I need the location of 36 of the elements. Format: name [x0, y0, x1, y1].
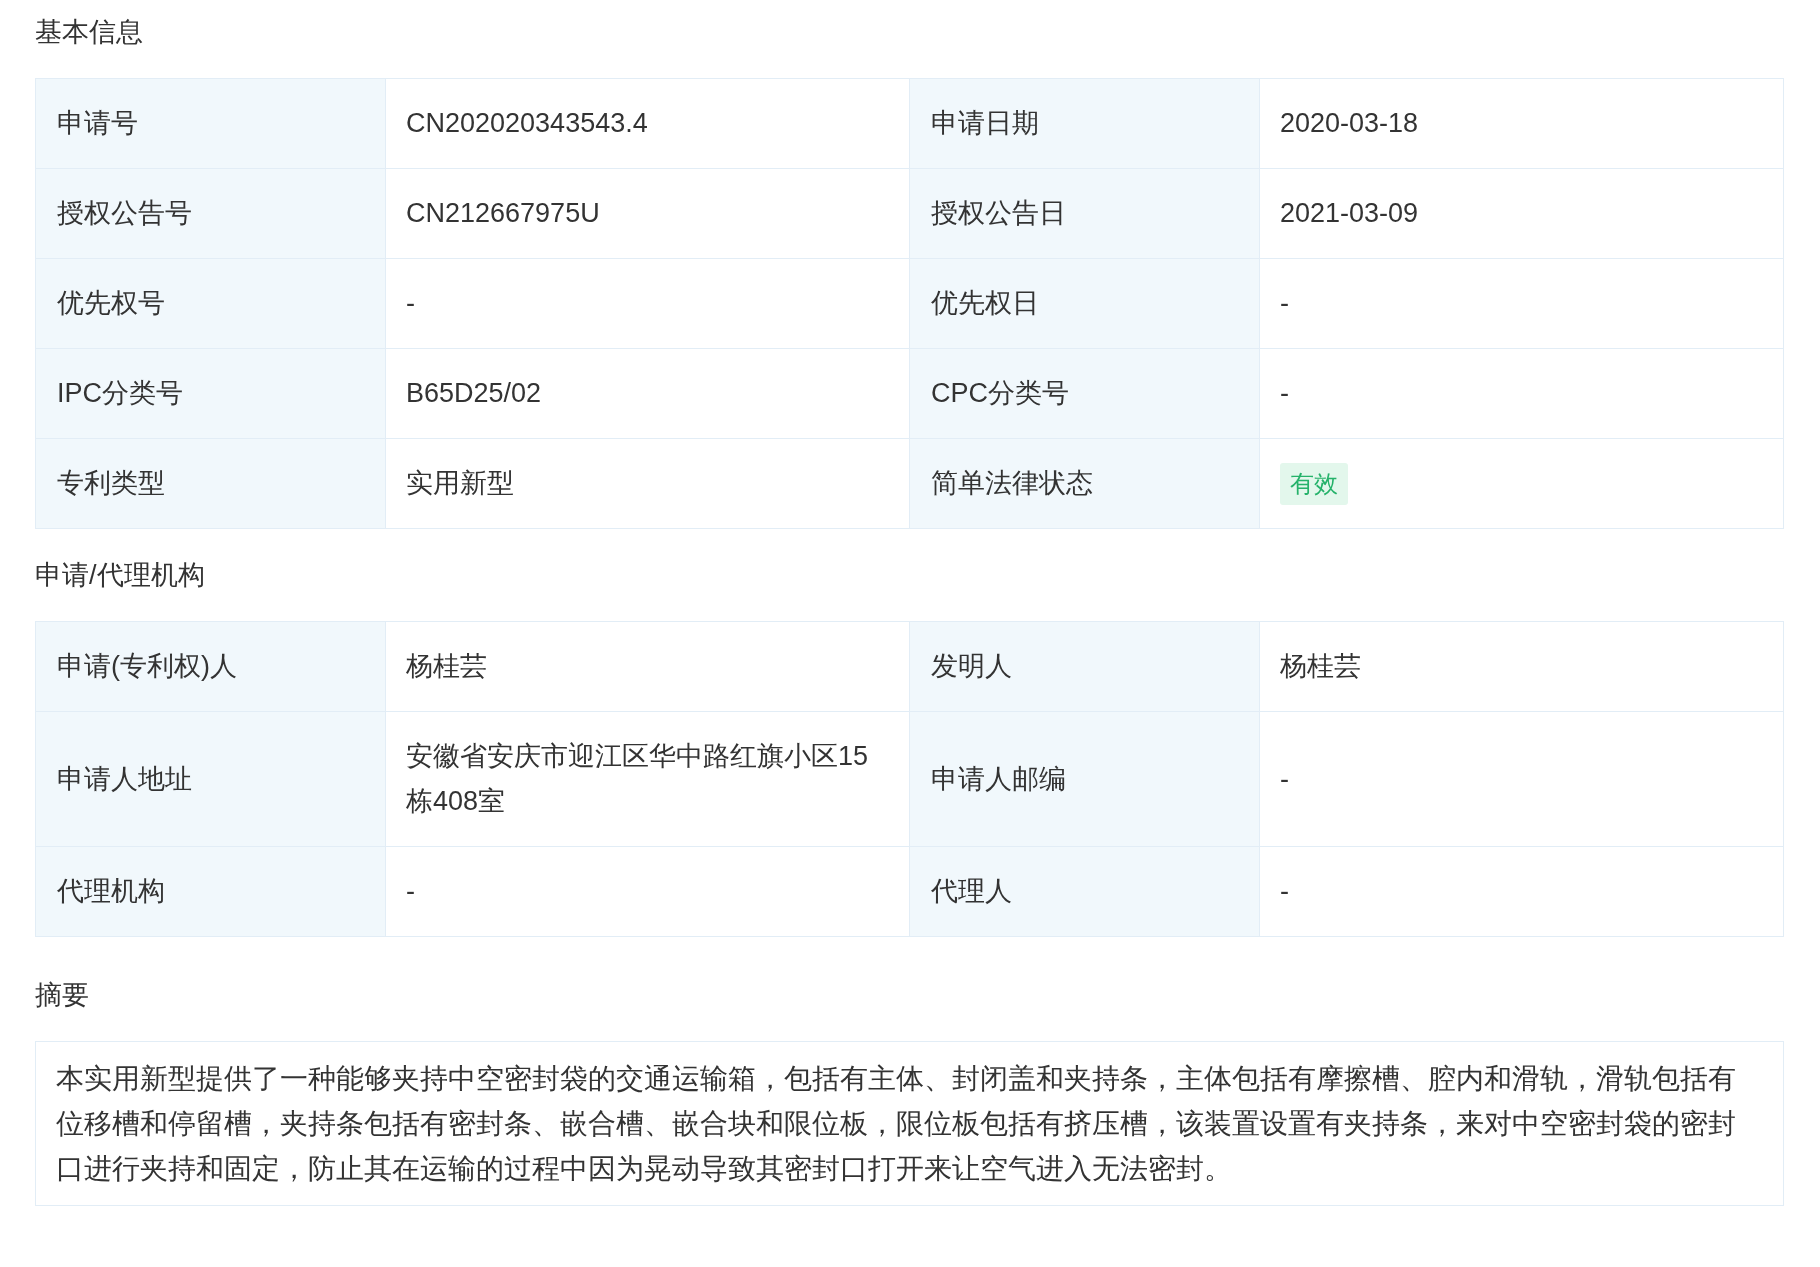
field-label: 申请人地址: [57, 763, 192, 794]
field-label: 授权公告日: [931, 198, 1066, 228]
section-title: 基本信息: [35, 16, 144, 49]
field-value: CN202020343543.4: [406, 108, 648, 138]
field-label: 优先权日: [931, 288, 1039, 318]
field-label: 专利类型: [57, 468, 165, 498]
field-label: 发明人: [931, 651, 1012, 681]
field-value: -: [1280, 876, 1289, 906]
field-value: 杨桂芸: [406, 651, 487, 681]
field-value: -: [1280, 288, 1289, 318]
field-value: -: [406, 288, 415, 318]
field-label: 申请号: [57, 108, 138, 138]
field-label: 简单法律状态: [931, 468, 1093, 498]
field-value: 杨桂芸: [1280, 651, 1361, 681]
abstract-text: 本实用新型提供了一种能够夹持中空密封袋的交通运输箱，包括有主体、封闭盖和夹持条，主体包括有摩擦槽、腔内和滑轨，滑轨包括有位移槽和停留槽，夹持条包括有密封条、嵌合槽、嵌合块和限位板，限位板包括有挤压槽，该装置设置有夹持条，来对中空密封袋的密封口进行夹持和固定，防止其在运输的过程中因为晃动导致其密封口打开来让空气进入无法密封。: [56, 1062, 1737, 1186]
field-label: 代理机构: [57, 876, 165, 906]
field-label: 申请(专利权)人: [57, 651, 237, 681]
field-value: B65D25/02: [406, 378, 542, 408]
status-badge: 有效: [1280, 463, 1348, 505]
field-label: CPC分类号: [931, 378, 1069, 408]
field-label: 申请人邮编: [931, 763, 1066, 794]
field-label: IPC分类号: [57, 378, 183, 408]
field-value: 实用新型: [406, 468, 514, 498]
field-label: 代理人: [931, 876, 1012, 906]
section-title: 申请/代理机构: [35, 559, 206, 592]
field-value: -: [1280, 763, 1289, 794]
field-value: CN212667975U: [406, 198, 600, 228]
field-label: 授权公告号: [57, 198, 192, 228]
section-title: 摘要: [35, 979, 90, 1012]
field-value: -: [1280, 378, 1289, 408]
field-value: 安徽省安庆市迎江区华中路红旗小区15栋408室: [406, 741, 869, 816]
field-label: 优先权号: [57, 288, 165, 318]
field-value: 2020-03-18: [1280, 108, 1419, 138]
field-value: 2021-03-09: [1280, 198, 1419, 228]
field-value: -: [406, 876, 415, 906]
field-label: 申请日期: [931, 108, 1039, 138]
